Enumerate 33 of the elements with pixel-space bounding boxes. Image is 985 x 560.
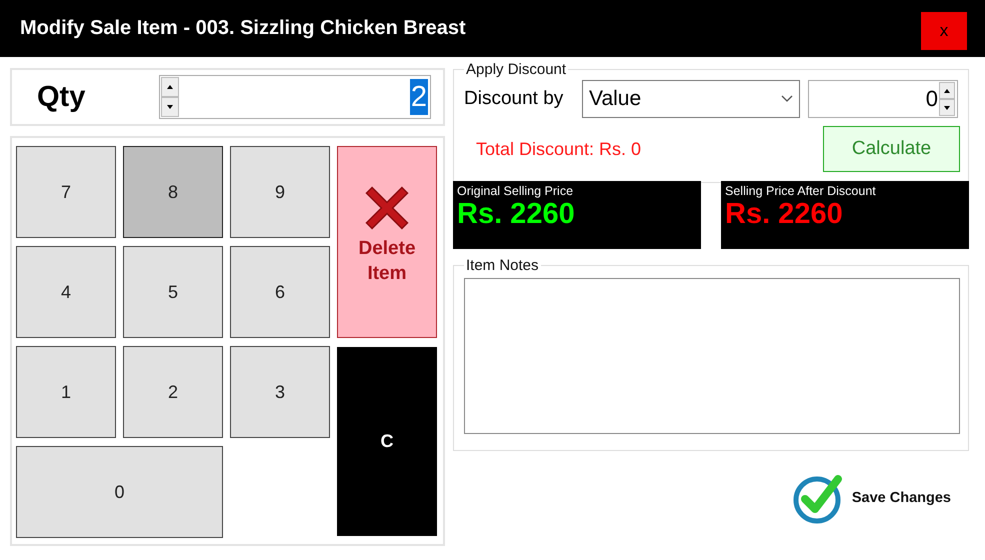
save-changes-button[interactable]: Save Changes [792,471,951,525]
calculate-button[interactable]: Calculate [823,126,960,172]
discount-type-dropdown[interactable]: Value [582,80,800,118]
price-label: Original Selling Price [457,184,574,198]
keypad-key[interactable]: 6 [230,246,330,338]
keypad-key[interactable]: 3 [230,346,330,438]
keypad-key[interactable]: 1 [16,346,116,438]
price-value: Rs. 2260 [725,198,844,230]
keypad-key[interactable]: 2 [123,346,223,438]
total-discount-text: Total Discount: Rs. 0 [475,138,642,160]
qty-value: 2 [410,79,428,115]
qty-field[interactable]: 2 [159,75,431,119]
group-title: Apply Discount [465,61,568,78]
group-title: Item Notes [465,257,540,274]
discount-amount-field[interactable]: 0 [808,80,958,118]
chevron-down-icon [781,95,793,103]
notes-field[interactable] [464,278,960,434]
window-title: Modify Sale Item - 003. Sizzling Chicken Breast [20,17,466,40]
spin-buttons[interactable] [161,77,179,117]
clear-button[interactable]: C [337,347,437,536]
price-label: Selling Price After Discount [725,184,877,198]
keypad-key[interactable]: 5 [123,246,223,338]
delete-item-button[interactable]: Delete Item [337,146,437,338]
qty-label: Qty [37,80,86,114]
price-value: Rs. 2260 [457,198,576,230]
keypad-key[interactable]: 9 [230,146,330,238]
keypad-key[interactable]: 7 [16,146,116,238]
keypad-key[interactable]: 8 [123,146,223,238]
keypad-key[interactable]: 0 [16,446,223,538]
keypad-key[interactable]: 4 [16,246,116,338]
discount-by-label: Discount by [464,88,564,110]
spin-buttons[interactable] [939,82,955,116]
close-button[interactable]: x [921,12,967,50]
